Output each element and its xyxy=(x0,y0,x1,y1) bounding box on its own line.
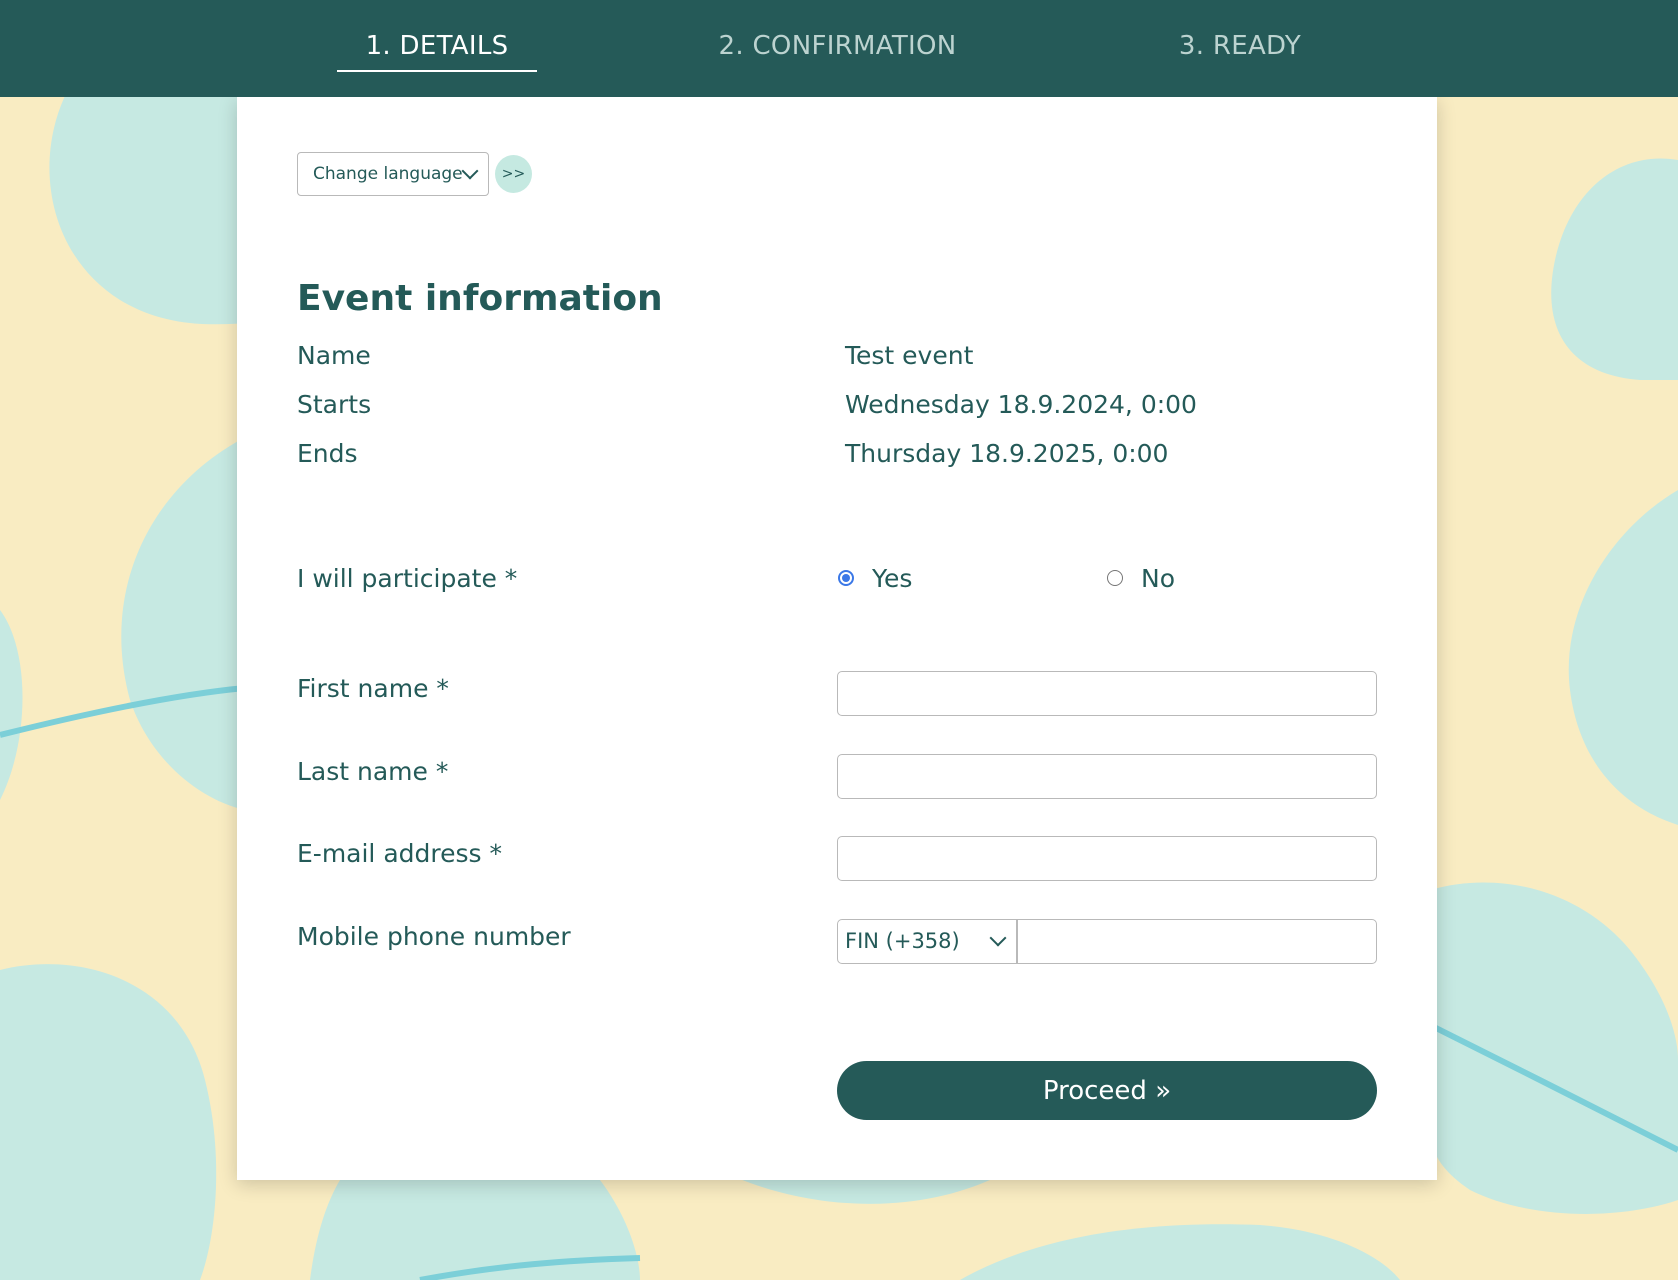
step-details[interactable]: 1. DETAILS xyxy=(337,28,537,72)
event-starts-value: Wednesday 18.9.2024, 0:00 xyxy=(845,390,1197,419)
radio-no-label: No xyxy=(1141,564,1175,593)
language-select-label: Change language xyxy=(313,164,463,184)
event-starts-label: Starts xyxy=(297,390,372,419)
email-input[interactable] xyxy=(837,836,1377,881)
chevron-down-icon xyxy=(461,162,479,180)
chevron-down-icon xyxy=(989,929,1007,947)
phone-country-select[interactable]: FIN (+358) xyxy=(837,919,1017,964)
event-name-label: Name xyxy=(297,341,371,370)
last-name-label: Last name * xyxy=(297,757,449,786)
step-navigation: 1. DETAILS 2. CONFIRMATION 3. READY xyxy=(0,0,1678,97)
last-name-input[interactable] xyxy=(837,754,1377,799)
phone-label: Mobile phone number xyxy=(297,922,571,951)
radio-yes-label: Yes xyxy=(872,564,913,593)
section-title: Event information xyxy=(297,278,663,319)
first-name-label: First name * xyxy=(297,674,449,703)
language-go-button[interactable]: >> xyxy=(495,155,532,193)
language-select[interactable]: Change language xyxy=(297,152,489,196)
registration-card: Change language >> Event information Nam… xyxy=(237,97,1437,1180)
proceed-button[interactable]: Proceed » xyxy=(837,1061,1377,1120)
email-label: E-mail address * xyxy=(297,839,502,868)
phone-input[interactable] xyxy=(1017,919,1377,964)
radio-no[interactable] xyxy=(1107,570,1123,586)
event-name-value: Test event xyxy=(845,341,974,370)
phone-country-value: FIN (+358) xyxy=(845,929,960,953)
participate-label: I will participate * xyxy=(297,564,518,593)
first-name-input[interactable] xyxy=(837,671,1377,716)
step-confirmation[interactable]: 2. CONFIRMATION xyxy=(700,28,975,72)
event-ends-label: Ends xyxy=(297,439,358,468)
event-ends-value: Thursday 18.9.2025, 0:00 xyxy=(845,439,1169,468)
step-ready[interactable]: 3. READY xyxy=(1160,28,1320,72)
radio-yes[interactable] xyxy=(838,570,854,586)
